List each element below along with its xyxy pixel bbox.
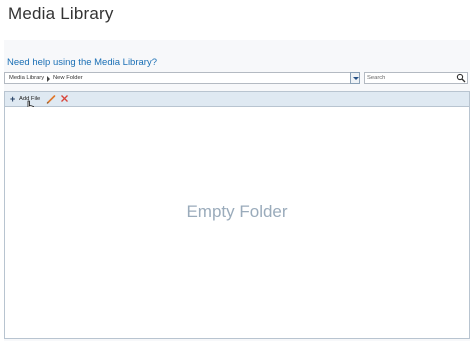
chevron-down-icon bbox=[353, 77, 359, 80]
triangle-right-icon bbox=[47, 76, 50, 82]
x-icon[interactable] bbox=[60, 94, 69, 103]
plus-icon: + bbox=[10, 94, 16, 104]
media-library-panel: Need help using the Media Library? Media… bbox=[4, 40, 470, 341]
pencil-icon[interactable] bbox=[46, 94, 56, 104]
toolbar: + Add File bbox=[4, 91, 470, 114]
search-box bbox=[364, 72, 468, 84]
breadcrumb-item-media-library[interactable]: Media Library bbox=[9, 73, 44, 84]
search-input[interactable] bbox=[365, 73, 459, 83]
breadcrumb-item-new-folder[interactable]: New Folder bbox=[53, 73, 83, 84]
empty-folder-message: Empty Folder bbox=[186, 202, 288, 221]
help-link[interactable]: Need help using the Media Library? bbox=[7, 57, 157, 68]
search-icon[interactable] bbox=[456, 73, 466, 83]
file-list-area[interactable]: Empty Folder bbox=[4, 107, 470, 339]
page-title: Media Library bbox=[8, 4, 114, 23]
breadcrumb[interactable]: Media Library New Folder bbox=[4, 72, 360, 84]
breadcrumb-dropdown-button[interactable] bbox=[350, 72, 360, 84]
